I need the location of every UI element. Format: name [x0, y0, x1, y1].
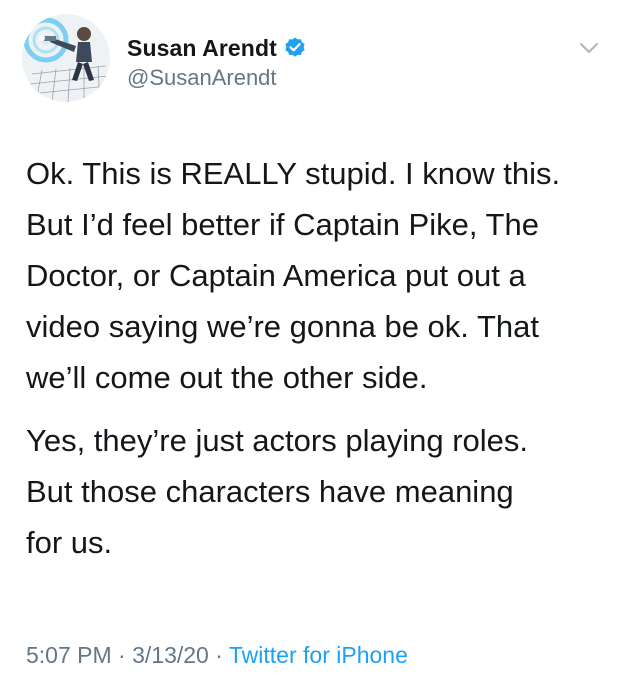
tweet-source-link[interactable]: Twitter for iPhone: [229, 642, 408, 668]
meta-separator: ·: [215, 642, 223, 668]
tweet-card: Susan Arendt @SusanArendt Ok. This is RE…: [0, 0, 623, 680]
avatar-illustration-icon: [22, 14, 110, 102]
chevron-down-icon[interactable]: [578, 40, 600, 56]
tweet-date[interactable]: 3/13/20: [132, 642, 209, 668]
tweet-text: Ok. This is REALLY stupid. I know this. …: [26, 148, 616, 580]
meta-separator: ·: [118, 642, 126, 668]
display-name[interactable]: Susan Arendt: [127, 35, 277, 62]
author-handle[interactable]: @SusanArendt: [127, 65, 277, 91]
tweet-paragraph: Ok. This is REALLY stupid. I know this. …: [26, 156, 561, 395]
tweet-time[interactable]: 5:07 PM: [26, 642, 112, 668]
tweet-meta: 5:07 PM · 3/13/20 · Twitter for iPhone: [26, 642, 408, 669]
author-name-row: Susan Arendt: [127, 33, 307, 63]
tweet-paragraph: Yes, they’re just actors playing roles. …: [26, 423, 528, 560]
avatar[interactable]: [22, 14, 110, 102]
verified-badge-icon: [283, 36, 307, 60]
